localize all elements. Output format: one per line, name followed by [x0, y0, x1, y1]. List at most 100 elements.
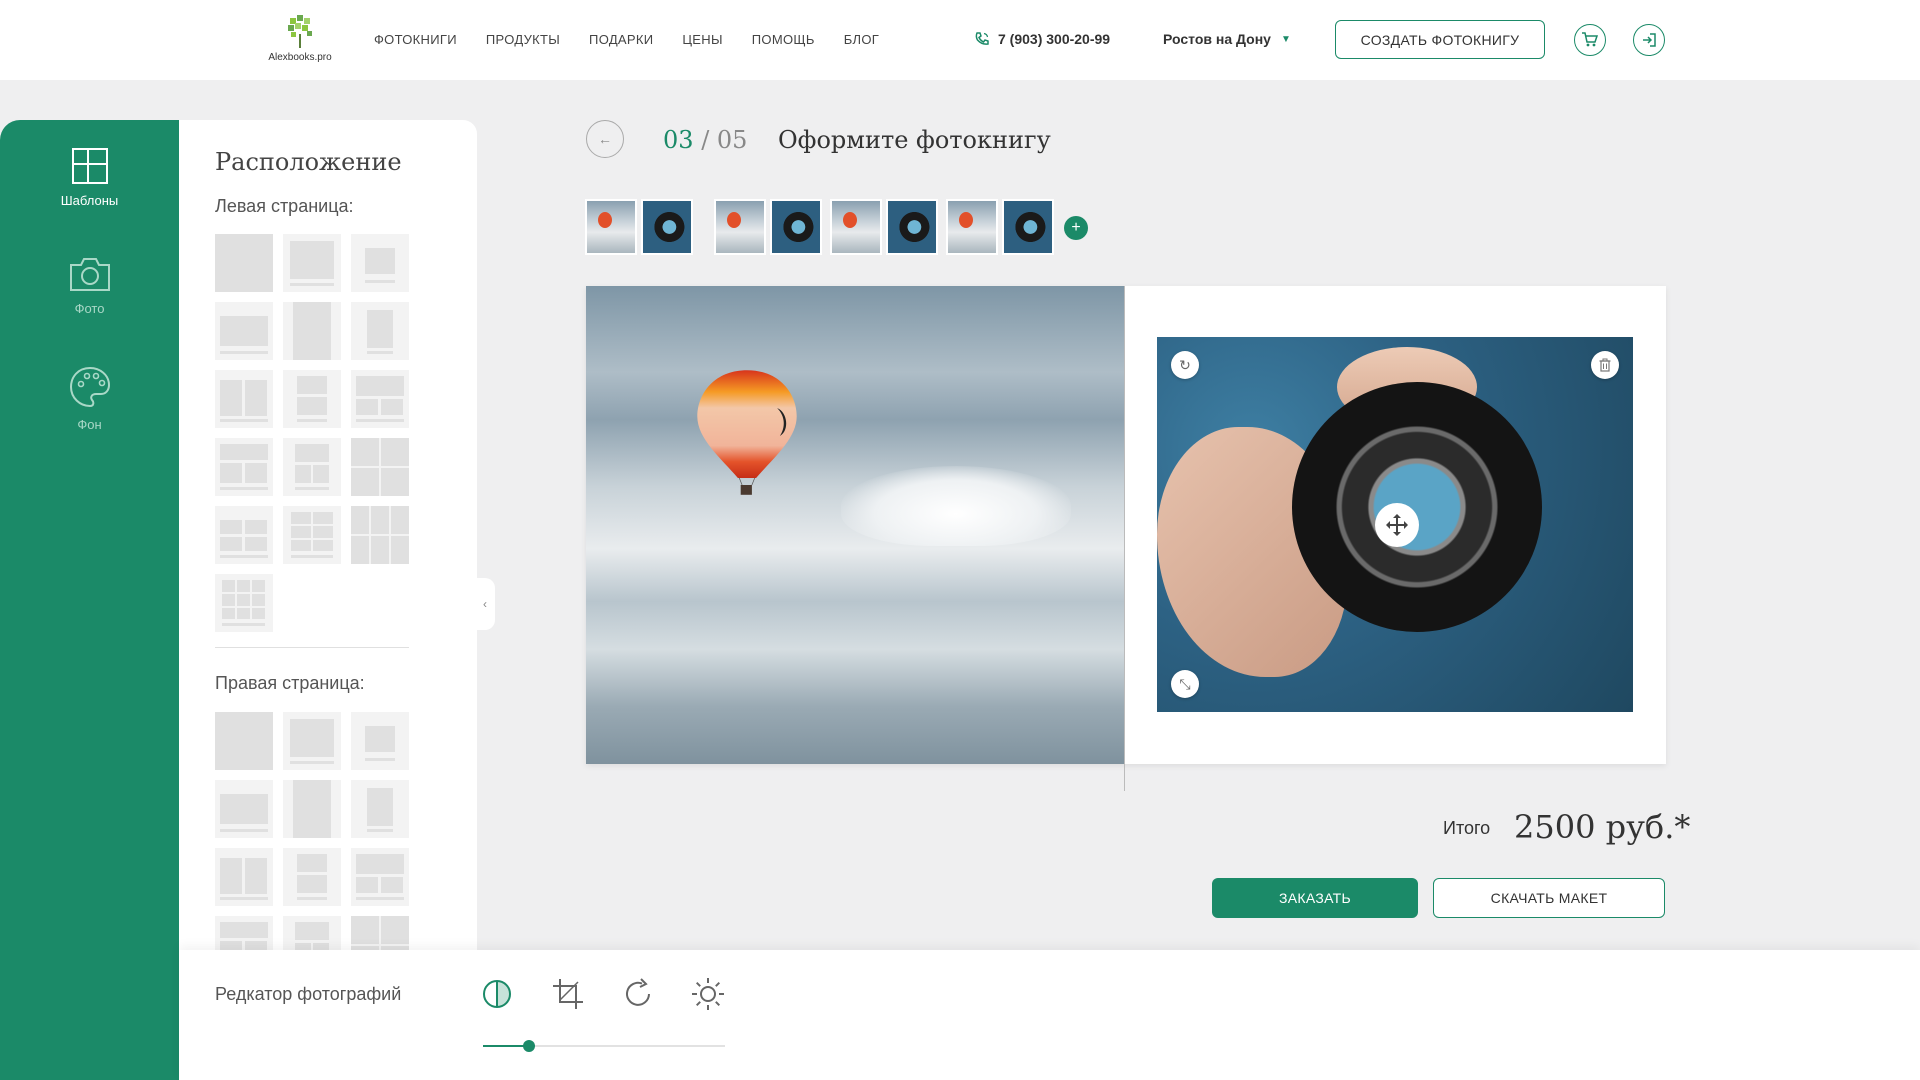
template-option[interactable] [283, 370, 341, 428]
move-photo-handle[interactable] [1375, 503, 1419, 547]
template-option[interactable] [283, 780, 341, 838]
template-option[interactable] [351, 916, 409, 950]
template-option[interactable] [283, 916, 341, 950]
create-photobook-button[interactable]: СОЗДАТЬ ФОТОКНИГУ [1335, 20, 1545, 59]
nav-item-photobooks[interactable]: ФОТОКНИГИ [374, 32, 457, 47]
nav-item-gifts[interactable]: ПОДАРКИ [589, 32, 653, 47]
template-option[interactable] [351, 370, 409, 428]
template-option[interactable] [283, 302, 341, 360]
template-option[interactable] [351, 234, 409, 292]
right-page-photo[interactable]: ↻ ⤡ [1157, 337, 1633, 712]
layout-panel: Расположение Левая страница: Правая стра… [179, 120, 477, 950]
template-option[interactable] [283, 234, 341, 292]
left-page-label: Левая страница: [215, 196, 354, 216]
crop-icon [553, 979, 583, 1009]
logo-text: Alexbooks.pro [268, 52, 332, 63]
order-button[interactable]: ЗАКАЗАТЬ [1212, 878, 1418, 918]
thumbnail-page[interactable] [830, 199, 882, 255]
template-option[interactable] [215, 370, 273, 428]
sidebar-item-photo[interactable]: Фото [0, 256, 179, 316]
template-option[interactable] [351, 780, 409, 838]
tool-sidebar: Шаблоны Фото Фон [0, 120, 179, 1080]
back-button[interactable]: ← [586, 120, 624, 158]
city-selector[interactable]: Ростов на Дону ▼ [1163, 31, 1291, 47]
shrink-icon: ⤡ [1179, 675, 1191, 692]
thumbnail-page[interactable] [714, 199, 766, 255]
cart-icon [1582, 32, 1599, 47]
login-icon [1643, 33, 1656, 47]
contrast-icon [483, 980, 511, 1008]
template-option[interactable] [215, 574, 273, 632]
template-option[interactable] [351, 302, 409, 360]
nav-item-help[interactable]: ПОМОЩЬ [752, 32, 815, 47]
city-name: Ростов на Дону [1163, 31, 1271, 47]
template-option[interactable] [215, 780, 273, 838]
site-header: Alexbooks.pro ФОТОКНИГИ ПРОДУКТЫ ПОДАРКИ… [0, 0, 1920, 80]
palette-icon [69, 366, 110, 408]
chevron-left-icon: ‹ [483, 597, 487, 611]
thumbnail-page[interactable] [585, 199, 637, 255]
thumbnail-page[interactable] [641, 199, 693, 255]
thumbnail-page[interactable] [770, 199, 822, 255]
total-label: Итого [1443, 818, 1491, 838]
photo-editor-bar: Редкатор фотографий [179, 950, 1920, 1080]
nav-item-prices[interactable]: ЦЕНЫ [682, 32, 722, 47]
balloon-photo-thumb [832, 201, 880, 253]
sidebar-item-label: Фото [74, 301, 105, 316]
template-option[interactable] [215, 916, 273, 950]
right-page-templates [215, 712, 409, 950]
arrow-left-icon: ← [598, 131, 612, 147]
template-option[interactable] [283, 712, 341, 770]
panel-title: Расположение [215, 148, 402, 176]
balloon-photo-thumb [716, 201, 764, 253]
resize-photo-button[interactable]: ⤡ [1171, 670, 1199, 698]
thumbnail-page[interactable] [1002, 199, 1054, 255]
brightness-tool-button[interactable] [690, 976, 726, 1012]
panel-divider [215, 647, 409, 648]
template-option[interactable] [215, 438, 273, 496]
collapse-panel-button[interactable]: ‹ [475, 578, 495, 630]
adjustment-slider[interactable] [483, 1040, 725, 1052]
balloon-photo-thumb [587, 201, 635, 253]
camera-lens-image [1292, 382, 1542, 632]
thumbnail-page[interactable] [946, 199, 998, 255]
template-option[interactable] [215, 302, 273, 360]
left-page-templates [215, 234, 409, 632]
template-option[interactable] [283, 506, 341, 564]
delete-photo-button[interactable] [1591, 351, 1619, 379]
sidebar-item-background[interactable]: Фон [0, 366, 179, 432]
template-option[interactable] [283, 438, 341, 496]
login-button[interactable] [1633, 24, 1665, 56]
step-total: / 05 [701, 126, 748, 154]
template-option[interactable] [215, 506, 273, 564]
nav-item-products[interactable]: ПРОДУКТЫ [486, 32, 560, 47]
add-page-button[interactable]: + [1064, 216, 1088, 240]
lens-photo-thumb [772, 201, 820, 253]
crop-tool-button[interactable] [550, 976, 586, 1012]
template-option[interactable] [351, 848, 409, 906]
template-option[interactable] [215, 234, 273, 292]
thumbnail-page[interactable] [886, 199, 938, 255]
template-option[interactable] [215, 712, 273, 770]
template-option[interactable] [215, 848, 273, 906]
download-layout-button[interactable]: СКАЧАТЬ МАКЕТ [1433, 878, 1665, 918]
template-option[interactable] [351, 438, 409, 496]
page-title: Оформите фотокнигу [778, 126, 1051, 154]
template-option[interactable] [351, 712, 409, 770]
rotate-tool-button[interactable] [620, 976, 656, 1012]
photobook-spread: ↻ ⤡ [586, 286, 1666, 791]
left-page-photo[interactable] [586, 286, 1124, 764]
template-option[interactable] [283, 848, 341, 906]
cart-button[interactable] [1574, 24, 1606, 56]
template-option[interactable] [351, 506, 409, 564]
rotate-photo-button[interactable]: ↻ [1171, 351, 1199, 379]
editor-label: Редкатор фотографий [215, 984, 402, 1004]
slider-handle[interactable] [523, 1040, 535, 1052]
sidebar-item-templates[interactable]: Шаблоны [0, 148, 179, 208]
logo[interactable]: Alexbooks.pro [262, 14, 338, 68]
step-current: 03 [663, 126, 694, 154]
phone-link[interactable]: 7 (903) 300-20-99 [974, 31, 1110, 47]
nav-item-blog[interactable]: БЛОГ [844, 32, 879, 47]
hot-air-balloon-image [697, 370, 797, 495]
contrast-tool-button[interactable] [479, 976, 515, 1012]
